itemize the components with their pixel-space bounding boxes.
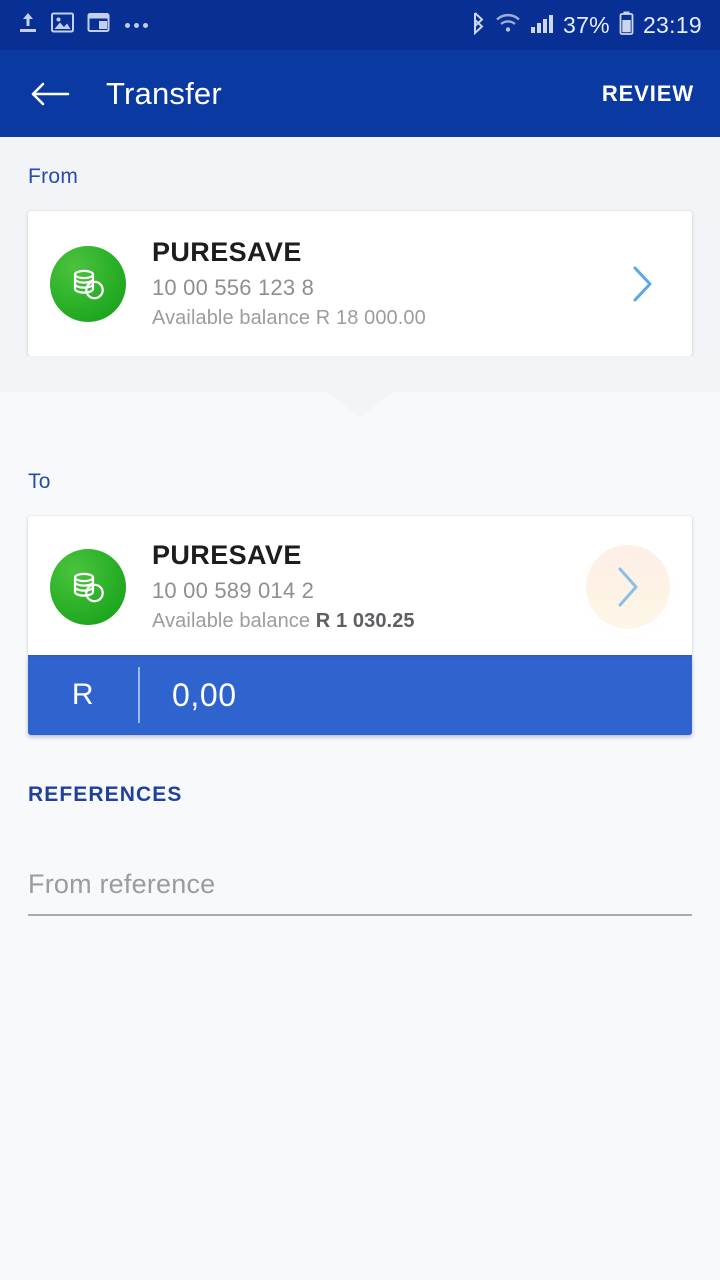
arrow-left-icon <box>31 82 70 105</box>
app-bar: Transfer REVIEW <box>0 50 720 137</box>
window-icon <box>87 11 110 39</box>
to-account-details: PURESAVE 10 00 589 014 2 Available balan… <box>152 540 582 633</box>
image-icon <box>51 11 74 39</box>
phone-screen: 37% 23:19 Transfer REVIEW From PURESAVE … <box>0 0 720 1280</box>
from-balance-label: Available balance <box>152 307 311 330</box>
to-balance-label: Available balance <box>152 610 311 633</box>
currency-symbol: R <box>71 678 95 712</box>
from-label: From <box>28 165 79 188</box>
to-account-chevron-button[interactable] <box>582 540 674 633</box>
battery-percent-text: 37% <box>563 11 610 38</box>
to-account-name: PURESAVE <box>152 540 302 571</box>
chevron-right-icon <box>618 567 638 607</box>
to-section: To PURESAVE 10 00 589 014 2 Available ba… <box>0 442 720 736</box>
wifi-icon <box>495 12 521 39</box>
references-heading: REFERENCES <box>28 783 183 807</box>
from-reference-placeholder: From reference <box>28 869 216 900</box>
from-account-name: PURESAVE <box>152 237 302 267</box>
from-account-card[interactable]: PURESAVE 10 00 556 123 8 Available balan… <box>28 211 692 357</box>
to-account-balance: Available balance R 1 030.25 <box>152 610 582 633</box>
battery-icon <box>619 11 634 40</box>
from-section: From PURESAVE 10 00 556 123 8 Available … <box>0 137 720 393</box>
transfer-form: From PURESAVE 10 00 556 123 8 Available … <box>0 137 720 1280</box>
empty-area <box>0 916 720 1280</box>
savings-coins-icon <box>50 548 126 625</box>
page-title: Transfer <box>106 75 222 111</box>
to-account-card[interactable]: PURESAVE 10 00 589 014 2 Available balan… <box>28 516 692 656</box>
to-account-number: 10 00 589 014 2 <box>152 578 315 604</box>
upload-icon <box>18 12 38 39</box>
from-account-details: PURESAVE 10 00 556 123 8 Available balan… <box>152 237 620 330</box>
from-reference-input[interactable]: From reference <box>28 869 692 917</box>
overflow-dots-icon <box>125 22 148 28</box>
review-button[interactable]: REVIEW <box>600 71 696 117</box>
back-button[interactable] <box>24 68 76 120</box>
from-account-chevron-button[interactable] <box>620 261 666 307</box>
savings-coins-icon <box>50 245 126 322</box>
from-account-balance: Available balance R 18 000.00 <box>152 307 620 330</box>
status-bar-right-icons: 37% 23:19 <box>471 11 702 40</box>
amount-input-row[interactable]: R 0,00 <box>28 655 692 736</box>
chevron-right-icon <box>633 266 652 302</box>
from-account-number: 10 00 556 123 8 <box>152 275 315 301</box>
amount-input[interactable]: 0,00 <box>140 655 692 735</box>
transfer-direction-indicator <box>0 356 720 393</box>
from-balance-value: R 18 000.00 <box>315 307 426 330</box>
cellular-signal-icon <box>530 12 554 39</box>
bluetooth-icon <box>471 11 486 40</box>
to-balance-value: R 1 030.25 <box>315 610 415 633</box>
status-bar: 37% 23:19 <box>0 0 720 50</box>
clock-text: 23:19 <box>642 11 702 38</box>
to-label: To <box>28 470 51 494</box>
status-bar-left-icons <box>18 11 148 39</box>
